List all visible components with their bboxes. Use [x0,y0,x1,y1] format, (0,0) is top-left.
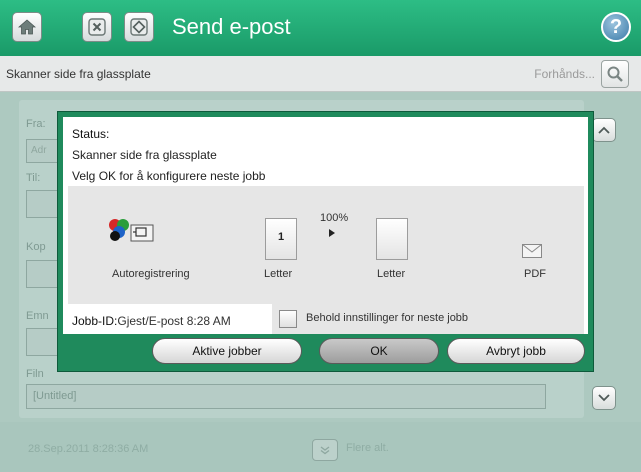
document-feeder-icon [130,224,154,242]
more-options-label: Flere alt. [346,442,389,454]
dialog-status-label: Status: [72,127,110,141]
page-count: 1 [277,231,285,243]
timestamp: 28.Sep.2011 8:28:36 AM [28,443,149,455]
output-paper-label: Letter [377,268,406,280]
scroll-up-button[interactable] [592,118,616,142]
home-button[interactable] [12,12,42,42]
preview-label: Forhånds... [534,67,595,81]
scale-percent: 100% [320,212,349,224]
stop-icon [88,18,106,36]
footer-bar: 28.Sep.2011 8:28:36 AM Flere alt. [0,422,641,472]
job-workflow-panel: Autoregistrering 1 Letter 100% Letter PD… [68,186,584,304]
color-source-icon [109,219,129,241]
chevron-down-icon [598,394,610,402]
keep-settings-area: Behold innstillinger for neste jobb [272,304,584,334]
home-icon [18,19,36,35]
to-label: Til: [26,172,41,184]
help-icon: ? [609,15,623,38]
filename-label: Filn [26,368,44,380]
file-format-label: PDF [524,268,546,280]
magnifier-icon [607,66,623,82]
more-options-button[interactable] [312,439,338,461]
start-button[interactable] [124,12,154,42]
status-bar: Skanner side fra glassplate Forhånds... [0,56,641,92]
cc-label: Kop [26,241,46,253]
dialog-button-bar: Aktive jobber OK Avbryt jobb [63,334,588,366]
arrow-right-icon [329,229,335,237]
status-message: Skanner side fra glassplate [6,67,151,81]
scroll-down-button[interactable] [592,386,616,410]
from-label: Fra: [26,118,46,130]
double-chevron-down-icon [320,446,330,455]
job-id-label: Jobb-ID:Gjest/E-post 8:28 AM [72,314,231,328]
subject-label: Emn [26,310,49,322]
from-placeholder: Adr [31,145,47,156]
stop-button[interactable] [82,12,112,42]
input-paper-label: Letter [264,268,293,280]
output-page-icon [376,218,408,260]
ok-button[interactable]: OK [319,338,439,364]
cancel-job-button[interactable]: Avbryt jobb [447,338,585,364]
filename-field[interactable]: [Untitled] [26,384,546,409]
preview-button[interactable] [601,60,629,88]
source-label: Autoregistrering [112,268,190,280]
job-id-title: Jobb-ID: [72,314,118,328]
keep-settings-label: Behold innstillinger for neste jobb [306,312,469,324]
header-bar: Send e-post ? [0,0,641,56]
input-page-icon: 1 [265,218,297,260]
dialog-status-line-2: Velg OK for å konfigurere neste jobb [72,169,266,183]
job-info-row: Jobb-ID:Gjest/E-post 8:28 AM Behold inns… [63,304,588,334]
active-jobs-button[interactable]: Aktive jobber [152,338,302,364]
keep-settings-checkbox[interactable] [279,310,297,328]
scan-status-dialog: Status: Skanner side fra glassplate Velg… [58,112,593,371]
job-id-value: Gjest/E-post 8:28 AM [117,314,231,328]
email-pdf-icon [522,244,542,258]
page-title: Send e-post [172,14,291,39]
chevron-up-icon [598,126,610,134]
start-icon [130,18,148,36]
dialog-status-line-1: Skanner side fra glassplate [72,148,217,162]
help-button[interactable]: ? [601,12,631,42]
